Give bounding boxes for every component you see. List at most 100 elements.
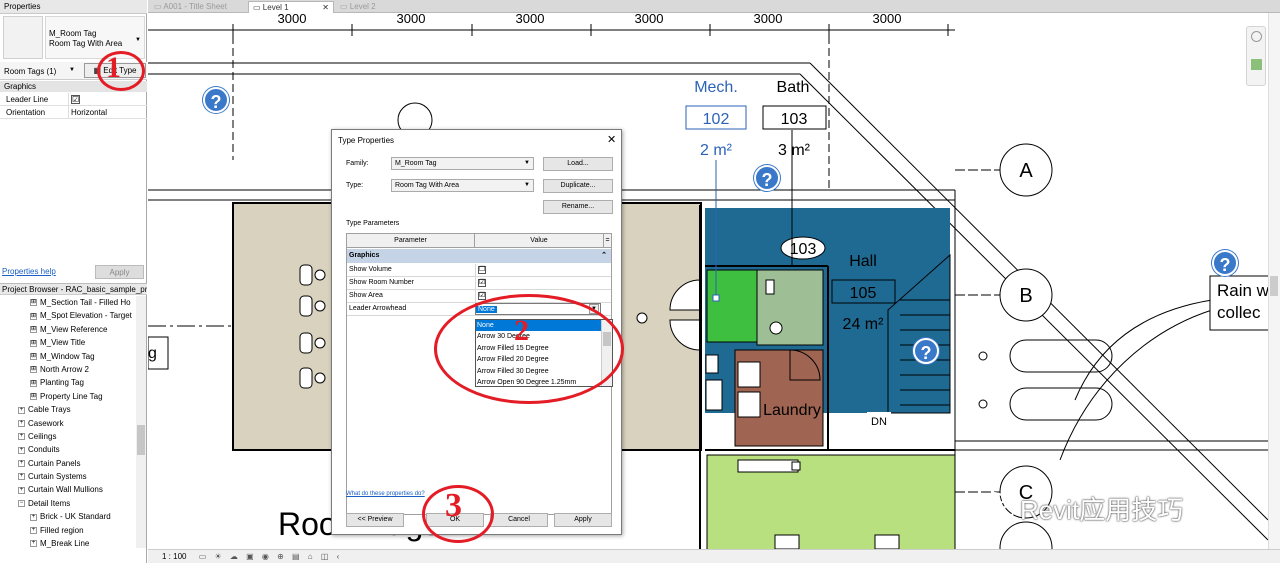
load-button[interactable]: Load... <box>543 157 613 171</box>
project-browser-scrollbar[interactable] <box>136 296 146 548</box>
tree-expander-icon[interactable]: − <box>18 500 25 508</box>
tree-expander-icon[interactable]: ⊞ <box>30 339 37 347</box>
tree-expander-icon[interactable]: ⊞ <box>30 379 37 387</box>
room-tag-mech-name[interactable]: Mech. <box>694 79 738 96</box>
show-area-checkbox[interactable]: ☑ <box>478 292 486 300</box>
type-name: Room Tag With Area <box>49 39 123 48</box>
apply-button[interactable]: Apply <box>95 265 144 279</box>
family-dropdown[interactable]: M_Room Tag ▼ <box>391 157 534 170</box>
tree-expander-icon[interactable]: + <box>18 406 25 414</box>
properties-help-link[interactable]: Properties help <box>2 267 56 276</box>
annotation-step-2: 2 <box>514 314 529 347</box>
tree-expander-icon[interactable]: + <box>30 540 37 548</box>
tree-item[interactable]: ⊞ North Arrow 2 <box>0 363 135 376</box>
duplicate-button[interactable]: Duplicate... <box>543 179 613 193</box>
room-tag-bath-name[interactable]: Bath <box>777 79 810 96</box>
property-value[interactable]: ☑ <box>68 93 138 105</box>
tree-expander-icon[interactable]: + <box>18 446 25 454</box>
tree-expander-icon[interactable]: + <box>18 473 25 481</box>
room-tag-bath-area[interactable]: 3 m² <box>778 142 811 159</box>
tree-item[interactable]: + M_Break Line <box>0 537 135 548</box>
param-value[interactable]: ☐ <box>475 264 601 276</box>
drawing-canvas[interactable]: 3000 3000 3000 3000 3000 3000 g Mech. 10… <box>148 13 1268 550</box>
tree-expander-icon[interactable]: ⊞ <box>30 312 37 320</box>
param-row-show-volume[interactable]: Show Volume ☐ <box>347 264 611 277</box>
close-icon[interactable]: ✕ <box>607 133 616 146</box>
room-tag-hall-name[interactable]: Hall <box>849 253 877 270</box>
param-row-show-room-number[interactable]: Show Room Number ☑ <box>347 277 611 290</box>
instance-selector[interactable]: Room Tags (1) <box>4 67 56 76</box>
tree-item[interactable]: + Casework <box>0 417 135 430</box>
steering-wheel-icon[interactable] <box>1251 31 1262 42</box>
tree-item[interactable]: + Filled region <box>0 524 135 537</box>
room-tag-hall-number[interactable]: 105 <box>850 285 877 302</box>
tree-item[interactable]: ⊞ M_View Reference <box>0 323 135 336</box>
tree-expander-icon[interactable]: + <box>18 486 25 494</box>
property-row-orientation[interactable]: Orientation Horizontal <box>0 106 147 119</box>
grid-head-a[interactable]: A <box>1019 160 1033 182</box>
rename-button[interactable]: Rename... <box>543 200 613 214</box>
tree-expander-icon[interactable]: ⊞ <box>30 299 37 307</box>
cancel-button[interactable]: Cancel <box>490 513 548 527</box>
tree-item[interactable]: + Brick - UK Standard <box>0 510 135 523</box>
tab-level-2[interactable]: ▭ Level 2 <box>336 1 380 13</box>
property-value[interactable]: Horizontal <box>68 106 107 118</box>
wechat-logo-icon <box>980 490 1016 522</box>
tree-expander-icon[interactable]: + <box>18 433 25 441</box>
tree-expander-icon[interactable]: + <box>18 419 25 427</box>
what-do-these-properties-do-link[interactable]: What do these properties do? <box>346 491 425 497</box>
tree-item[interactable]: ⊞ M_Section Tail - Filled Ho <box>0 296 135 309</box>
param-value[interactable]: ☑ <box>475 277 601 289</box>
apply-button[interactable]: Apply <box>554 513 612 527</box>
tree-item[interactable]: + Conduits <box>0 443 135 456</box>
tree-item[interactable]: ⊞ Planting Tag <box>0 376 135 389</box>
scale-label[interactable]: 1 : 100 <box>162 552 186 561</box>
tree-expander-icon[interactable]: + <box>30 513 37 521</box>
leader-line-checkbox[interactable]: ☑ <box>71 95 80 104</box>
tree-item[interactable]: + Cable Trays <box>0 403 135 416</box>
project-browser-tree: ⊞ M_Section Tail - Filled Ho ⊞ M_Spot Eleva… <box>0 296 135 548</box>
tree-expander-icon[interactable]: ⊞ <box>30 366 37 374</box>
tree-expander-icon[interactable]: ⊞ <box>30 352 37 360</box>
tree-item[interactable]: + Curtain Panels <box>0 457 135 470</box>
room-tag-hall-area[interactable]: 24 m² <box>843 316 885 333</box>
param-label: Leader Arrowhead <box>349 305 407 312</box>
navigation-bar[interactable] <box>1246 26 1266 86</box>
show-volume-checkbox[interactable]: ☐ <box>478 266 486 274</box>
tree-item[interactable]: ⊞ M_Spot Elevation - Target <box>0 309 135 322</box>
tree-expander-icon[interactable]: + <box>30 527 37 535</box>
column-header-menu[interactable]: = <box>603 234 611 248</box>
tree-item[interactable]: ⊞ M_View Title <box>0 336 135 349</box>
type-dropdown[interactable]: Room Tag With Area ▼ <box>391 179 534 192</box>
tree-item-label: Cable Trays <box>28 405 71 415</box>
collapse-icon[interactable]: ⌃ <box>601 249 607 262</box>
room-tag-bath-number[interactable]: 103 <box>781 111 808 128</box>
tree-item[interactable]: − Detail Items <box>0 497 135 510</box>
show-room-number-checkbox[interactable]: ☑ <box>478 279 486 287</box>
tree-item-label: Ceilings <box>28 431 57 441</box>
tab-level-1[interactable]: ▭ Level 1 ✕ <box>248 1 334 13</box>
tree-item[interactable]: + Ceilings <box>0 430 135 443</box>
group-graphics-row[interactable]: Graphics ⌃ <box>347 249 611 263</box>
tree-item[interactable]: ⊞ Property Line Tag <box>0 390 135 403</box>
room-tag-laundry-name[interactable]: Laundry <box>763 402 821 419</box>
tree-item[interactable]: + Curtain Wall Mullions <box>0 483 135 496</box>
param-label: Show Volume <box>349 266 392 273</box>
zoom-icon[interactable] <box>1251 59 1262 70</box>
tree-item[interactable]: ⊞ M_Window Tag <box>0 350 135 363</box>
tree-expander-icon[interactable]: + <box>18 460 25 468</box>
room-tag-mech-area[interactable]: 2 m² <box>700 142 733 159</box>
scrollbar-thumb[interactable] <box>137 425 145 455</box>
tree-item-label: M_View Title <box>40 338 86 348</box>
tab-a001-title-sheet[interactable]: ▭ A001 - Title Sheet <box>150 1 231 13</box>
preview-button[interactable]: << Preview <box>346 513 404 527</box>
tree-item[interactable]: + Curtain Systems <box>0 470 135 483</box>
view-controls-icons[interactable]: ▭ ☀ ☁ ▣ ◉ ⊕ ▤ ⌂ ◫ ‹ <box>199 552 343 561</box>
room-tag-103[interactable]: 103 <box>790 241 817 258</box>
room-tag-mech-number[interactable]: 102 <box>703 111 730 128</box>
grid-head-b[interactable]: B <box>1019 285 1032 307</box>
tree-expander-icon[interactable]: ⊞ <box>30 393 37 401</box>
scrollbar-thumb[interactable] <box>1270 276 1278 296</box>
property-row-leader-line[interactable]: Leader Line ☑ <box>0 93 147 106</box>
tree-expander-icon[interactable]: ⊞ <box>30 326 37 334</box>
